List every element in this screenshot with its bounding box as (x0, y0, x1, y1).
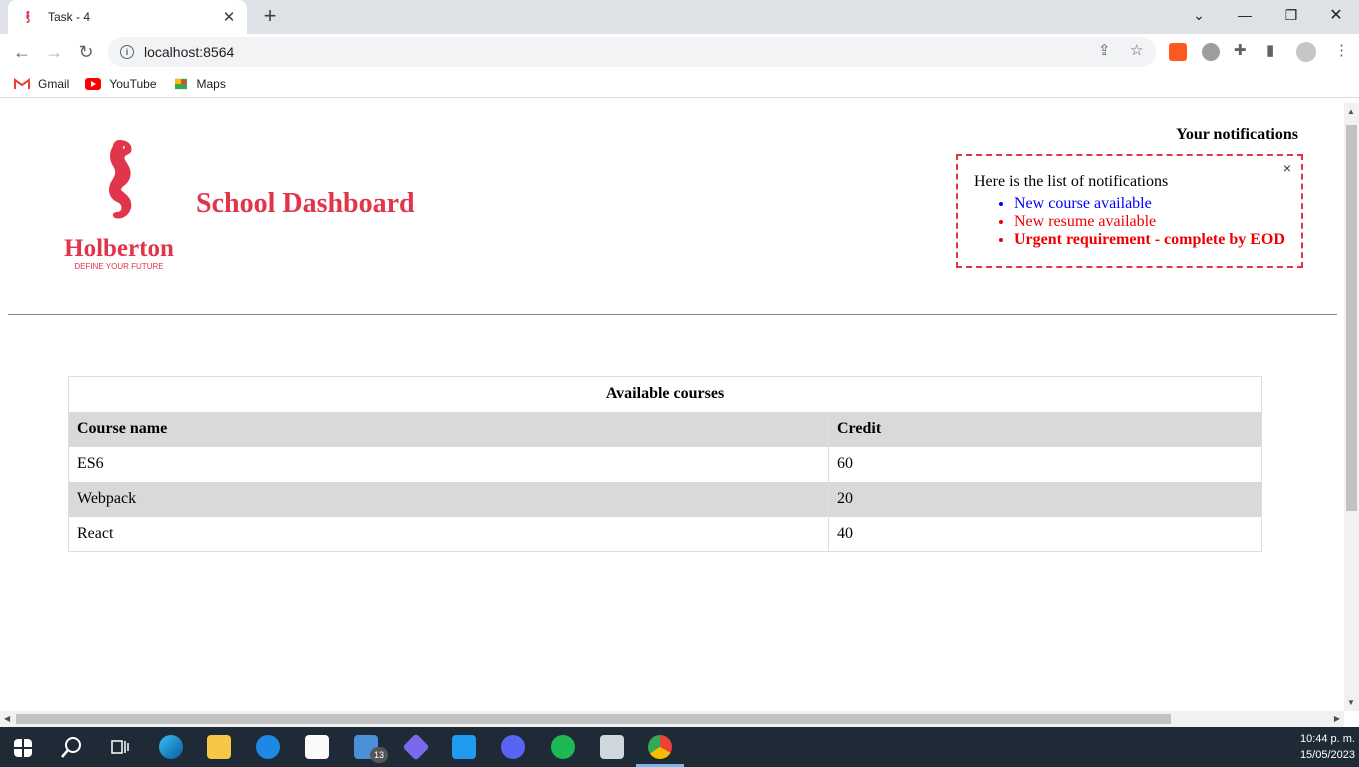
image-viewer-icon[interactable] (600, 735, 624, 759)
profile-avatar[interactable] (1296, 42, 1316, 62)
mail-badge: 13 (370, 747, 388, 763)
credit-cell: 60 (837, 455, 853, 472)
holberton-favicon-icon (26, 11, 30, 23)
tab-strip: Task - 4 ✕ + ⌄ — ❐ ✕ (0, 0, 1359, 34)
vertical-scrollbar[interactable]: ▲ ▼ (1344, 103, 1359, 711)
scroll-up-icon[interactable]: ▲ (1347, 107, 1355, 116)
reload-icon[interactable]: ↻ (72, 38, 100, 66)
url-text[interactable]: localhost:8564 (144, 44, 234, 60)
side-panel-icon[interactable]: ▮ (1266, 41, 1274, 59)
horizontal-scrollbar[interactable]: ◀ ▶ (0, 711, 1344, 727)
table-caption-row: Available courses (68, 376, 1262, 412)
windows-taskbar: 13 10:44 p. m. 15/05/2023 (0, 727, 1359, 767)
edge-icon[interactable] (159, 735, 183, 759)
clock-time: 10:44 p. m. (1299, 733, 1355, 745)
column-header-course-name: Course name (68, 411, 829, 447)
chrome-icon[interactable] (648, 735, 672, 759)
extensions-puzzle-icon[interactable]: ✚ (1234, 41, 1247, 59)
bug-extension-icon[interactable] (1202, 43, 1220, 61)
browser-tab[interactable]: Task - 4 ✕ (8, 0, 247, 34)
site-info-icon[interactable]: i (120, 45, 134, 59)
horizontal-scroll-thumb[interactable] (16, 714, 1171, 724)
course-name-cell: ES6 (68, 446, 829, 482)
gmail-icon (14, 77, 30, 89)
browser-toolbar: ← → ↻ i localhost:8564 ⇪ ☆ ✚ ▮ ⋮ (0, 34, 1359, 70)
spotify-icon[interactable] (551, 735, 575, 759)
notification-item-default[interactable]: New course available (1014, 195, 1285, 213)
table-caption: Available courses (68, 376, 1262, 412)
vscode-icon[interactable] (452, 735, 476, 759)
menu-kebab-icon[interactable]: ⋮ (1334, 41, 1349, 59)
scroll-left-icon[interactable]: ◀ (4, 714, 10, 723)
page-title: School Dashboard (196, 188, 415, 219)
restore-icon[interactable]: ❐ (1268, 0, 1314, 30)
bookmark-gmail[interactable]: Gmail (14, 77, 69, 91)
extension-icon[interactable] (1169, 43, 1187, 61)
tab-title: Task - 4 (48, 10, 91, 24)
firefox-icon[interactable] (256, 735, 280, 759)
bookmark-youtube[interactable]: YouTube (85, 76, 157, 91)
maps-icon (174, 78, 187, 89)
notification-item-urgent[interactable]: New resume available (1014, 213, 1285, 231)
column-header-credit: Credit (837, 420, 882, 437)
back-icon[interactable]: ← (8, 38, 36, 66)
bookmarks-bar: Gmail YouTube Maps (0, 70, 1359, 98)
bookmark-star-icon[interactable]: ☆ (1130, 41, 1143, 59)
holberton-logo: Holberton DEFINE YOUR FUTURE (64, 140, 174, 271)
system-clock[interactable]: 10:44 p. m. 15/05/2023 (1300, 731, 1355, 763)
clock-date: 15/05/2023 (1299, 749, 1355, 761)
visual-studio-icon[interactable] (402, 733, 430, 761)
notifications-intro: Here is the list of notifications (974, 173, 1169, 190)
new-tab-button[interactable]: + (258, 4, 282, 28)
bookmark-label: YouTube (109, 76, 157, 91)
notifications-panel: × Here is the list of notifications New … (956, 154, 1303, 268)
course-name-cell: Webpack (68, 481, 829, 517)
course-name-cell: React (68, 516, 829, 552)
share-icon[interactable]: ⇪ (1098, 41, 1111, 59)
table-header-row: Course name Credit (68, 411, 1262, 447)
header-divider (8, 314, 1337, 315)
address-bar[interactable]: i localhost:8564 (108, 37, 1156, 67)
notifications-list: New course available New resume availabl… (974, 195, 1285, 249)
credit-cell: 20 (837, 490, 853, 507)
forward-icon[interactable]: → (40, 38, 68, 66)
table-row: Webpack 20 (68, 481, 1262, 517)
credit-cell: 40 (837, 524, 853, 542)
close-icon[interactable]: × (1283, 160, 1291, 176)
minimize-icon[interactable]: — (1222, 0, 1268, 30)
page-viewport: Holberton DEFINE YOUR FUTURE School Dash… (0, 103, 1344, 711)
store-icon[interactable] (305, 735, 329, 759)
logo-wordmark: Holberton (64, 235, 174, 262)
scroll-down-icon[interactable]: ▼ (1347, 698, 1355, 707)
course-list-table: Available courses Course name Credit ES6… (68, 376, 1262, 552)
scroll-right-icon[interactable]: ▶ (1334, 714, 1340, 723)
bookmark-label: Maps (196, 76, 226, 91)
bookmark-label: Gmail (38, 76, 70, 91)
windows-start-icon[interactable] (14, 739, 32, 757)
table-row: ES6 60 (68, 446, 1262, 482)
notifications-heading[interactable]: Your notifications (1176, 126, 1298, 144)
tab-close-icon[interactable]: ✕ (221, 8, 237, 26)
logo-tagline: DEFINE YOUR FUTURE (74, 262, 163, 271)
task-view-icon[interactable] (108, 735, 132, 759)
close-window-icon[interactable]: ✕ (1313, 0, 1359, 30)
discord-icon[interactable] (501, 735, 525, 759)
search-icon[interactable] (60, 735, 84, 759)
notification-item-urgent-html[interactable]: Urgent requirement - complete by EOD (1014, 231, 1285, 249)
tab-search-icon[interactable]: ⌄ (1176, 0, 1222, 30)
youtube-icon (85, 77, 102, 90)
bookmark-maps[interactable]: Maps (173, 77, 226, 91)
table-row: React 40 (68, 516, 1262, 552)
file-explorer-icon[interactable] (207, 735, 231, 759)
vertical-scroll-thumb[interactable] (1346, 125, 1357, 511)
